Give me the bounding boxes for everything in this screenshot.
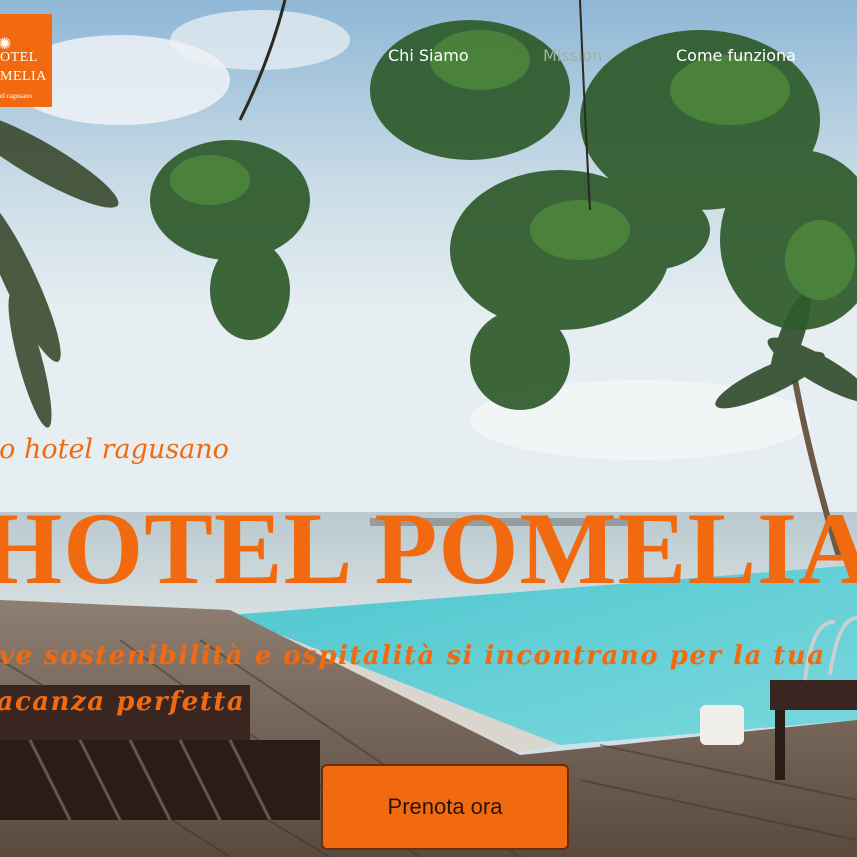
hero-subtitle: ove sostenibilità e ospitalità si incont… — [0, 641, 826, 717]
hero-title: HOTEL POMELIA — [0, 492, 857, 606]
book-now-button[interactable]: Prenota ora — [321, 764, 569, 850]
logo-line-2: MELIA — [0, 69, 47, 84]
hero-section: ✺ OTEL MELIA el ragusano Chi Siamo Missi… — [0, 0, 857, 857]
hotel-logo[interactable]: ✺ OTEL MELIA el ragusano — [0, 14, 52, 107]
hero-tagline: co hotel ragusano — [0, 434, 229, 465]
nav-item-mission[interactable]: Mission — [543, 46, 602, 65]
nav-item-come-funziona[interactable]: Come funziona — [676, 46, 796, 65]
logo-line-1: OTEL — [0, 50, 38, 65]
nav-item-chi-siamo[interactable]: Chi Siamo — [388, 46, 469, 65]
logo-line-3: el ragusano — [0, 92, 33, 100]
hero-background-image — [0, 0, 857, 857]
